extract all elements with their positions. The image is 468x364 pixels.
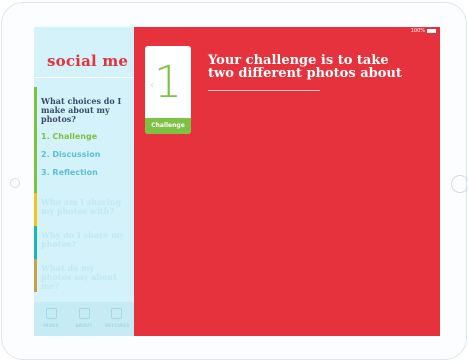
- step-item-discussion[interactable]: 2. Discussion: [41, 150, 134, 159]
- sidebar: social me What choices do I make about m…: [34, 27, 134, 336]
- bottom-toolbar: INDEX ABOUT SETTINGS: [34, 302, 134, 336]
- app-logo[interactable]: social me: [47, 52, 128, 70]
- status-bar: 100%: [396, 27, 440, 35]
- step-label: Reflection: [52, 168, 98, 177]
- section-accent-bar: [34, 226, 37, 259]
- settings-icon: [110, 308, 122, 319]
- sidebar-section-sharing[interactable]: Who am I sharing my photos with?: [34, 193, 134, 226]
- step-label: Challenge: [52, 132, 98, 141]
- about-icon: [78, 308, 90, 319]
- index-icon: [45, 308, 57, 319]
- fill-in-blank: [208, 80, 320, 91]
- toolbar-about-button[interactable]: ABOUT: [73, 308, 95, 328]
- step-number: 1.: [41, 132, 50, 141]
- step-card[interactable]: ‹ 1 Challenge: [145, 46, 191, 134]
- camera-icon: [10, 178, 20, 188]
- battery-text: 100%: [410, 28, 425, 34]
- toolbar-index-button[interactable]: INDEX: [40, 308, 62, 328]
- toolbar-label: SETTINGS: [105, 323, 130, 328]
- home-button[interactable]: [451, 175, 468, 193]
- challenge-prompt: Your challenge is to take two different …: [208, 54, 408, 94]
- sidebar-section-why-share[interactable]: Why do I share my photos?: [34, 226, 134, 259]
- battery-icon: [427, 28, 436, 33]
- step-label: Discussion: [52, 150, 101, 159]
- active-question-title: What choices do I make about my photos?: [41, 96, 122, 124]
- step-number: 2.: [41, 150, 50, 159]
- divider: [34, 77, 134, 78]
- step-tag: Challenge: [145, 118, 191, 134]
- challenge-text: Your challenge is to take two different …: [208, 53, 402, 81]
- toolbar-settings-button[interactable]: SETTINGS: [105, 308, 130, 328]
- sidebar-section-say-about-me[interactable]: What do my photos say about me?: [34, 259, 134, 292]
- section-question: Who am I sharing my photos with?: [41, 197, 122, 216]
- toolbar-label: INDEX: [43, 323, 59, 328]
- step-list: 1. Challenge 2. Discussion 3. Reflection: [41, 132, 134, 177]
- step-number-large: 1: [154, 57, 182, 108]
- step-item-reflection[interactable]: 3. Reflection: [41, 168, 134, 177]
- section-accent-bar: [34, 259, 37, 292]
- section-question: What do my photos say about me?: [41, 263, 117, 291]
- step-item-challenge[interactable]: 1. Challenge: [41, 132, 134, 141]
- section-question: Why do I share my photos?: [41, 230, 125, 249]
- section-accent-bar: [34, 193, 37, 226]
- app-screen: 100% social me What choices do I make ab…: [34, 27, 440, 336]
- step-number: 3.: [41, 168, 50, 177]
- toolbar-label: ABOUT: [75, 323, 93, 328]
